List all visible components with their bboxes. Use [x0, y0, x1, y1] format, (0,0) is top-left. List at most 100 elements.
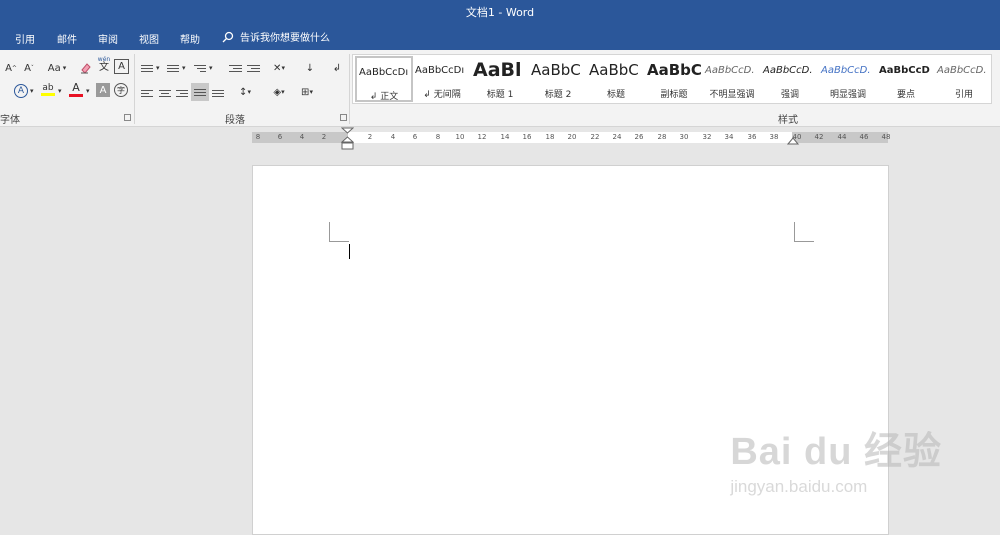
shading-icon[interactable]: ◈ ▾ — [268, 83, 290, 101]
style-label: 标题 — [606, 90, 625, 100]
style-label: ↲ 正文 — [369, 92, 399, 102]
ruler-number: 48 — [881, 133, 891, 141]
highlight-dropdown-icon[interactable]: ▾ — [58, 82, 62, 100]
align-right-icon[interactable] — [175, 86, 189, 100]
ribbon-tabs: 引用 邮件 审阅 视图 帮助 告诉我你想要做什么 — [0, 24, 1000, 50]
style-heading-1[interactable]: AaBl 标题 1 — [471, 56, 529, 102]
ruler-number: 30 — [679, 133, 689, 141]
font-group-label: 字体 — [0, 115, 20, 126]
watermark-brand: Bai du 经验 — [730, 431, 942, 473]
watermark-url: jingyan.baidu.com — [730, 477, 868, 496]
tab-references[interactable]: 引用 — [15, 31, 35, 46]
style-quote[interactable]: AaBbCcD. 引用 — [935, 56, 993, 102]
style-title[interactable]: AaBbC 标题 — [587, 56, 645, 102]
baidu-watermark: Bai du 经验 jingyan.baidu.com — [730, 420, 942, 497]
ruler-number: 18 — [545, 133, 555, 141]
ruler-number: 14 — [500, 133, 510, 141]
decrease-indent-icon[interactable] — [228, 61, 242, 75]
ruler-number: 8 — [255, 133, 261, 141]
sort-icon[interactable]: ↓ — [303, 59, 317, 77]
style-label: 引用 — [954, 90, 973, 100]
tab-review[interactable]: 审阅 — [98, 31, 118, 46]
change-case-label: Aa — [47, 62, 61, 74]
ruler-number: 12 — [477, 133, 487, 141]
text-effects-icon[interactable]: A — [14, 84, 28, 98]
ruler-number: 36 — [747, 133, 757, 141]
char-border-button[interactable]: A — [114, 59, 129, 74]
style-subtitle[interactable]: AaBbC 副标题 — [645, 56, 703, 102]
shrink-font-icon[interactable]: Aˇ — [21, 59, 37, 77]
ruler-number: 6 — [277, 133, 283, 141]
multilevel-list-icon[interactable] — [193, 61, 207, 75]
text-cursor — [349, 244, 350, 259]
first-line-indent-icon[interactable] — [341, 127, 354, 151]
styles-gallery: AaBbCcDı ↲ 正文 AaBbCcDı ↲ 无间隔 AaBl 标题 1 A… — [352, 54, 992, 104]
tab-help[interactable]: 帮助 — [180, 31, 200, 46]
font-color-dropdown-icon[interactable]: ▾ — [86, 82, 90, 100]
increase-indent-icon[interactable] — [246, 61, 260, 75]
ruler-number: 38 — [769, 133, 779, 141]
multilevel-dropdown-icon[interactable]: ▾ — [209, 59, 213, 77]
style-intense-emphasis[interactable]: AaBbCcD. 明显强调 — [819, 56, 877, 102]
phonetic-bottom: 文 — [99, 62, 109, 73]
style-label: ↲ 无间隔 — [423, 90, 461, 100]
style-no-spacing[interactable]: AaBbCcDı ↲ 无间隔 — [413, 56, 471, 102]
style-sample: AaBbCcD. — [705, 65, 755, 76]
bullets-icon[interactable] — [140, 61, 154, 75]
enclose-char-icon[interactable]: 字 — [114, 83, 128, 97]
grow-font-icon[interactable]: A ^ — [3, 59, 19, 77]
style-sample: AaBbC — [589, 61, 639, 79]
ruler-number: 32 — [702, 133, 712, 141]
style-strong[interactable]: AaBbCcD 要点 — [877, 56, 935, 102]
crop-mark-top-left — [329, 241, 349, 242]
tell-me-search[interactable]: 告诉我你想要做什么 — [222, 29, 330, 44]
ruler-number: 20 — [567, 133, 577, 141]
tab-view[interactable]: 视图 — [139, 31, 159, 46]
clear-format-icon[interactable] — [78, 59, 94, 77]
ribbon: A ^ Aˇ Aa ▾ wén 文 A A ▾ ab ▾ A ▾ A 字 字体 ▾ … — [0, 50, 1000, 127]
highlight-color-bar — [41, 92, 55, 96]
tab-mailings[interactable]: 邮件 — [57, 31, 77, 46]
style-sample: AaBbCcD. — [763, 65, 813, 76]
text-effects-dropdown-icon[interactable]: ▾ — [30, 82, 34, 100]
style-sample: AaBbCcD — [879, 65, 930, 76]
font-color-button[interactable]: A — [68, 80, 84, 98]
change-case-button[interactable]: Aa ▾ — [44, 59, 70, 77]
ruler-number: 24 — [612, 133, 622, 141]
align-left-icon[interactable] — [140, 86, 154, 100]
borders-icon[interactable]: ⊞ ▾ — [296, 83, 318, 101]
bullets-dropdown-icon[interactable]: ▾ — [156, 59, 160, 77]
style-heading-2[interactable]: AaBbC 标题 2 — [529, 56, 587, 102]
line-spacing-icon[interactable]: ↕ ▾ — [234, 83, 256, 101]
style-label: 副标题 — [660, 90, 688, 100]
ruler-number: 10 — [455, 133, 465, 141]
ruler-number: 44 — [837, 133, 847, 141]
align-center-icon[interactable] — [158, 86, 172, 100]
numbering-dropdown-icon[interactable]: ▾ — [182, 59, 186, 77]
phonetic-guide-button[interactable]: wén 文 — [96, 56, 112, 74]
window-title: 文档1 - Word — [465, 6, 535, 19]
ruler-number: 26 — [634, 133, 644, 141]
numbering-icon[interactable] — [166, 61, 180, 75]
paragraph-dialog-launcher-icon[interactable] — [340, 114, 347, 121]
style-emphasis[interactable]: AaBbCcD. 强调 — [761, 56, 819, 102]
style-normal[interactable]: AaBbCcDı ↲ 正文 — [355, 56, 413, 102]
right-indent-icon[interactable] — [787, 137, 799, 145]
ruler-number: 4 — [299, 133, 305, 141]
show-marks-icon[interactable]: ↲ — [330, 59, 344, 77]
distributed-icon[interactable] — [211, 86, 225, 100]
ruler-number: 34 — [724, 133, 734, 141]
char-border-label: A — [118, 61, 125, 72]
chinese-layout-icon[interactable]: ✕ ▾ — [270, 59, 288, 77]
title-bar: 文档1 - Word — [0, 0, 1000, 24]
char-shading-button[interactable]: A — [96, 83, 110, 97]
style-label: 标题 1 — [486, 90, 514, 100]
style-subtle-emphasis[interactable]: AaBbCcD. 不明显强调 — [703, 56, 761, 102]
paragraph-group-label: 段落 — [225, 115, 245, 126]
ruler-number: 16 — [522, 133, 532, 141]
justify-icon[interactable] — [191, 83, 209, 101]
ruler-number: 4 — [390, 133, 396, 141]
font-dialog-launcher-icon[interactable] — [124, 114, 131, 121]
ruler-number: 28 — [657, 133, 667, 141]
highlight-button[interactable]: ab — [40, 80, 56, 98]
